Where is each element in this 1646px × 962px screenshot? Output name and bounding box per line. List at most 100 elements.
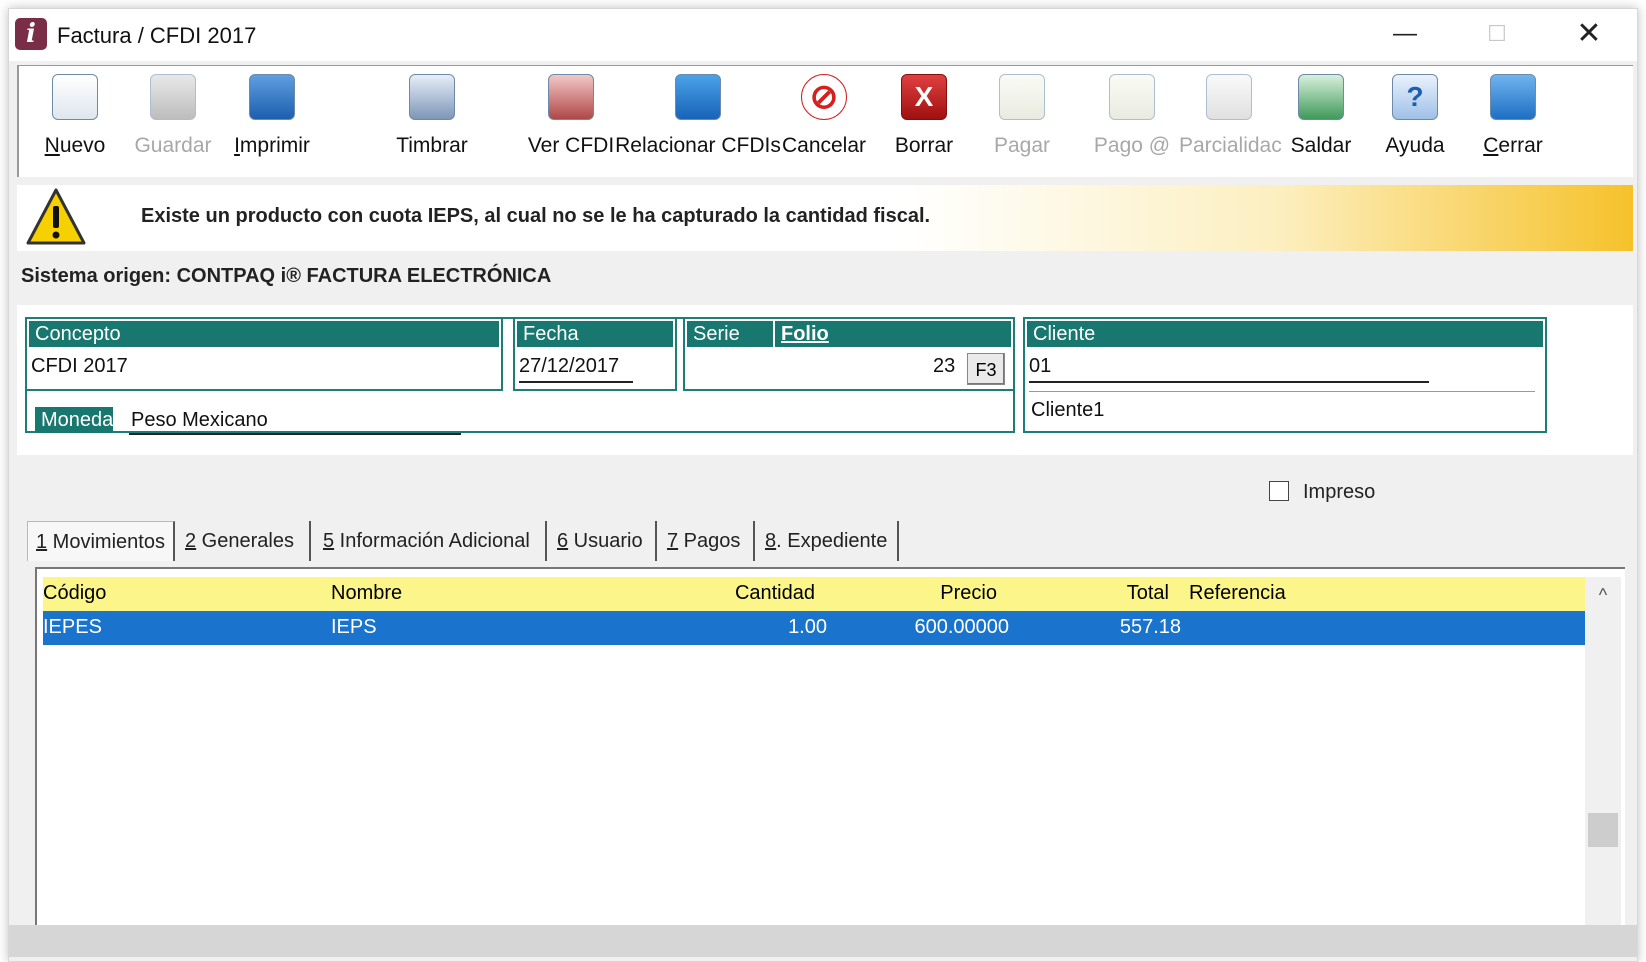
tab-informacion-adicional[interactable]: 5 Información Adicional <box>315 521 547 561</box>
tab-usuario[interactable]: 6 Usuario <box>549 521 657 561</box>
col-precio-header[interactable]: Precio <box>843 582 997 605</box>
maximize-button[interactable]: ☐ <box>1451 9 1543 61</box>
folio-field[interactable]: 23 <box>933 355 955 378</box>
imprimir-label: Imprimir <box>234 134 310 157</box>
print-icon <box>249 74 295 120</box>
title-bar: i Factura / CFDI 2017 — ☐ ✕ <box>9 9 1637 61</box>
new-document-icon <box>52 74 98 120</box>
tab-generales[interactable]: 2 Generales <box>177 521 311 561</box>
status-bar <box>9 925 1637 957</box>
fecha-box: Fecha 27/12/2017 <box>513 317 677 391</box>
cerrar-label: Cerrar <box>1483 134 1543 157</box>
cancel-icon: ⊘ <box>801 74 847 120</box>
invoice-window: i Factura / CFDI 2017 — ☐ ✕ Nuevo Guarda… <box>8 8 1638 962</box>
pagar-label: Pagar <box>993 134 1051 157</box>
settle-icon <box>1298 74 1344 120</box>
cliente-divider <box>1029 391 1535 392</box>
tab-movimientos[interactable]: 1 Movimientos <box>27 521 175 561</box>
col-nombre-header[interactable]: Nombre <box>331 582 402 605</box>
serie-folio-box: Serie Folio 23 F3 <box>683 317 1015 391</box>
table-row[interactable]: IEPES IEPS 1.00 600.00000 557.18 <box>43 611 1585 645</box>
col-referencia-header[interactable]: Referencia <box>1189 582 1286 605</box>
movements-grid: Código Nombre Cantidad Precio Total Refe… <box>35 567 1625 931</box>
minimize-button[interactable]: — <box>1359 9 1451 61</box>
serie-label: Serie <box>687 321 773 347</box>
pagar-button[interactable]: Pagar <box>979 74 1065 174</box>
electronic-payment-icon <box>1109 74 1155 120</box>
app-icon: i <box>15 18 47 50</box>
col-cantidad-header[interactable]: Cantidad <box>643 582 815 605</box>
borrar-button[interactable]: X Borrar <box>881 74 967 174</box>
moneda-label: Moneda <box>35 407 113 433</box>
relacionar-label: Relacionar CFDIs <box>615 134 781 157</box>
impreso-checkbox[interactable]: Impreso <box>1269 481 1375 504</box>
ayuda-label: Ayuda <box>1385 134 1445 157</box>
timbrar-button[interactable]: Timbrar <box>389 74 475 174</box>
window-title: Factura / CFDI 2017 <box>57 23 257 48</box>
saldar-button[interactable]: Saldar <box>1283 74 1359 174</box>
fecha-underline <box>519 381 633 383</box>
borrar-label: Borrar <box>894 134 954 157</box>
cliente-box: Cliente 01 Cliente1 <box>1023 317 1547 433</box>
nuevo-label: Nuevo <box>44 134 106 157</box>
scroll-thumb[interactable] <box>1588 813 1618 847</box>
timbrar-label: Timbrar <box>396 134 468 157</box>
row-nombre: IEPS <box>331 616 377 638</box>
impreso-checkbox-box[interactable] <box>1269 481 1289 501</box>
help-icon: ? <box>1392 74 1438 120</box>
warning-banner: Existe un producto con cuota IEPS, al cu… <box>17 185 1633 251</box>
system-origin: Sistema origen: CONTPAQ i® FACTURA ELECT… <box>21 265 552 287</box>
row-total: 557.18 <box>1119 616 1181 638</box>
moneda-underline <box>129 433 461 435</box>
ver-cfdi-button[interactable]: Ver CFDI <box>523 74 619 174</box>
scroll-up-icon[interactable]: ^ <box>1585 577 1621 613</box>
exit-icon <box>1490 74 1536 120</box>
related-documents-icon <box>675 74 721 120</box>
cliente-label: Cliente <box>1027 321 1543 347</box>
stamp-icon <box>409 74 455 120</box>
cerrar-button[interactable]: Cerrar <box>1473 74 1553 174</box>
tab-pagos[interactable]: 7 Pagos <box>659 521 755 561</box>
folio-label: Folio <box>775 321 1011 347</box>
fecha-label: Fecha <box>517 321 673 347</box>
impreso-label: Impreso <box>1303 481 1376 503</box>
save-icon <box>150 74 196 120</box>
relacionar-cfdis-button[interactable]: Relacionar CFDIs <box>615 74 781 174</box>
f3-button[interactable]: F3 <box>967 353 1005 385</box>
cancelar-button[interactable]: ⊘ Cancelar <box>781 74 867 174</box>
pago-electronico-button[interactable]: Pago @ <box>1089 74 1175 174</box>
col-codigo-header[interactable]: Código <box>43 582 106 605</box>
delete-icon: X <box>901 74 947 120</box>
saldar-label: Saldar <box>1290 134 1352 157</box>
installment-icon <box>1206 74 1252 120</box>
fecha-field[interactable]: 27/12/2017 <box>519 355 619 378</box>
warning-icon <box>26 188 86 245</box>
cliente-code-underline <box>1029 381 1429 383</box>
moneda-field[interactable]: Peso Mexicano <box>131 409 268 432</box>
toolbar: Nuevo Guardar Imprimir Timbrar Ver CFDI … <box>17 65 1633 177</box>
guardar-button[interactable]: Guardar <box>129 74 217 174</box>
concepto-field[interactable]: CFDI 2017 <box>31 355 128 378</box>
row-codigo: IEPES <box>43 616 102 638</box>
cliente-name-field[interactable]: Cliente1 <box>1031 399 1104 422</box>
nuevo-button[interactable]: Nuevo <box>35 74 115 174</box>
cliente-code-field[interactable]: 01 <box>1029 355 1051 378</box>
parcialidad-button[interactable]: Parcialidac <box>1179 74 1282 174</box>
ayuda-button[interactable]: ? Ayuda <box>1375 74 1455 174</box>
parcialidad-label: Parcialidac <box>1179 134 1282 157</box>
concepto-box: Concepto CFDI 2017 <box>25 317 503 391</box>
imprimir-button[interactable]: Imprimir <box>229 74 315 174</box>
pago-at-label: Pago @ <box>1093 134 1171 157</box>
view-cfdi-icon <box>548 74 594 120</box>
pay-icon <box>999 74 1045 120</box>
cancelar-label: Cancelar <box>781 134 867 157</box>
vertical-scrollbar[interactable]: ^ <box>1585 577 1621 931</box>
grid-header: Código Nombre Cantidad Precio Total Refe… <box>43 577 1585 611</box>
warning-message: Existe un producto con cuota IEPS, al cu… <box>141 205 931 227</box>
close-window-button[interactable]: ✕ <box>1543 9 1635 61</box>
concepto-label: Concepto <box>29 321 499 347</box>
tab-expediente[interactable]: 8. Expediente <box>757 521 899 561</box>
row-cantidad: 1.00 <box>788 616 827 638</box>
col-total-header[interactable]: Total <box>1053 582 1169 605</box>
ver-cfdi-label: Ver CFDI <box>527 134 615 157</box>
